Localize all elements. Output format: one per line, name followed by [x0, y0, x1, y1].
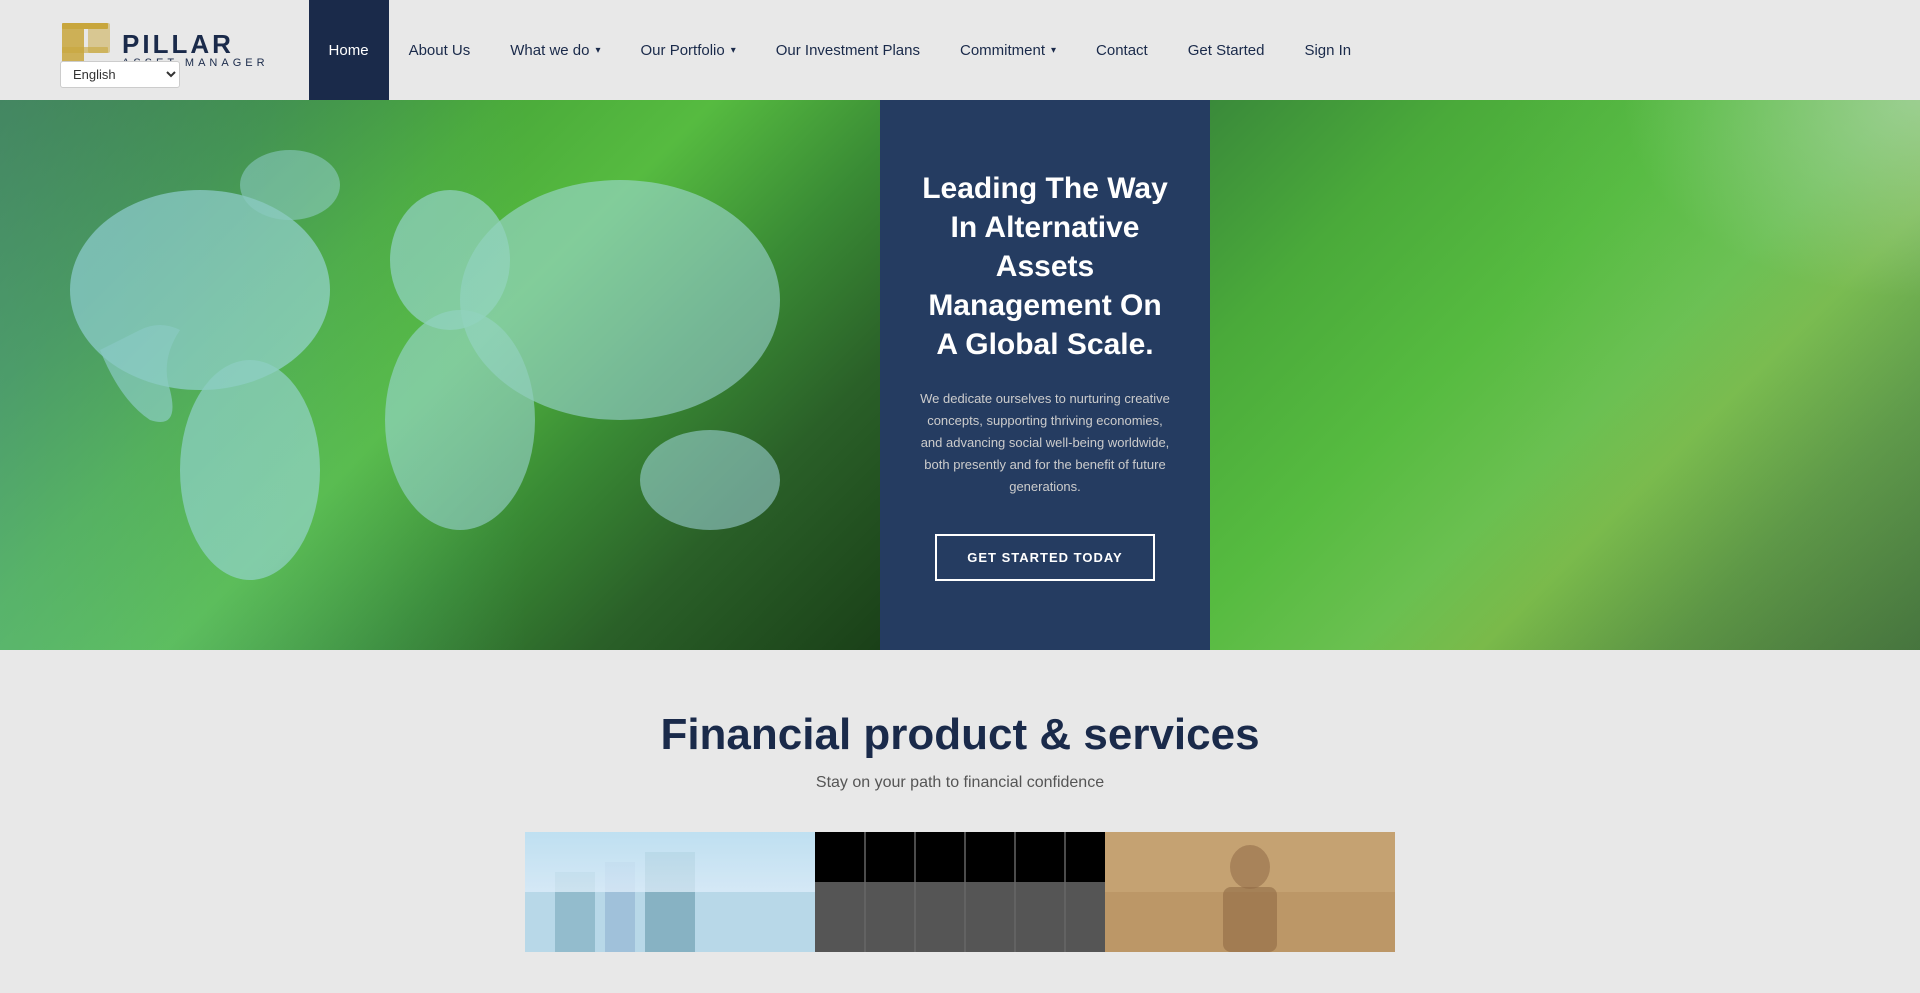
nav-item-investment-plans[interactable]: Our Investment Plans — [756, 0, 940, 100]
service-card-3[interactable] — [1105, 832, 1395, 952]
hero-description: We dedicate ourselves to nurturing creat… — [920, 388, 1170, 498]
hero-section: Leading The Way In Alternative Assets Ma… — [0, 100, 1920, 650]
nav-item-portfolio[interactable]: Our Portfolio ▾ — [621, 0, 756, 100]
nav-item-what-we-do[interactable]: What we do ▾ — [490, 0, 620, 100]
language-select-input[interactable]: English Français Español Deutsch — [60, 61, 180, 88]
hero-world-map — [20, 130, 860, 620]
header: PILLAR ASSET MANAGER Home About Us What … — [0, 0, 1920, 100]
language-selector[interactable]: English Français Español Deutsch — [60, 61, 180, 88]
nav-item-commitment[interactable]: Commitment ▾ — [940, 0, 1076, 100]
chevron-down-icon: ▾ — [1051, 45, 1056, 56]
nav-item-about[interactable]: About Us — [389, 0, 491, 100]
hero-title: Leading The Way In Alternative Assets Ma… — [920, 169, 1170, 364]
services-section: Financial product & services Stay on you… — [0, 650, 1920, 992]
nav-item-contact[interactable]: Contact — [1076, 0, 1168, 100]
chevron-down-icon: ▾ — [595, 45, 600, 56]
nav-item-home[interactable]: Home — [309, 0, 389, 100]
nav-item-sign-in[interactable]: Sign In — [1284, 0, 1371, 100]
hero-forest-right — [1210, 100, 1920, 650]
logo-title: PILLAR — [122, 31, 269, 57]
service-card-1[interactable] — [525, 832, 815, 952]
services-subtitle: Stay on your path to financial confidenc… — [120, 774, 1800, 792]
hero-content-panel: Leading The Way In Alternative Assets Ma… — [880, 100, 1210, 650]
service-card-2-image — [815, 832, 1105, 952]
service-card-1-image — [525, 832, 815, 952]
nav-item-get-started[interactable]: Get Started — [1168, 0, 1285, 100]
main-nav: Home About Us What we do ▾ Our Portfolio… — [309, 0, 1372, 100]
hero-forest-left — [0, 100, 880, 650]
chevron-down-icon: ▾ — [731, 45, 736, 56]
hero-cta-button[interactable]: GET STARTED TODAY — [935, 534, 1154, 581]
services-cards — [120, 832, 1800, 952]
service-card-3-image — [1105, 832, 1395, 952]
services-title: Financial product & services — [120, 710, 1800, 760]
service-card-2[interactable] — [815, 832, 1105, 952]
